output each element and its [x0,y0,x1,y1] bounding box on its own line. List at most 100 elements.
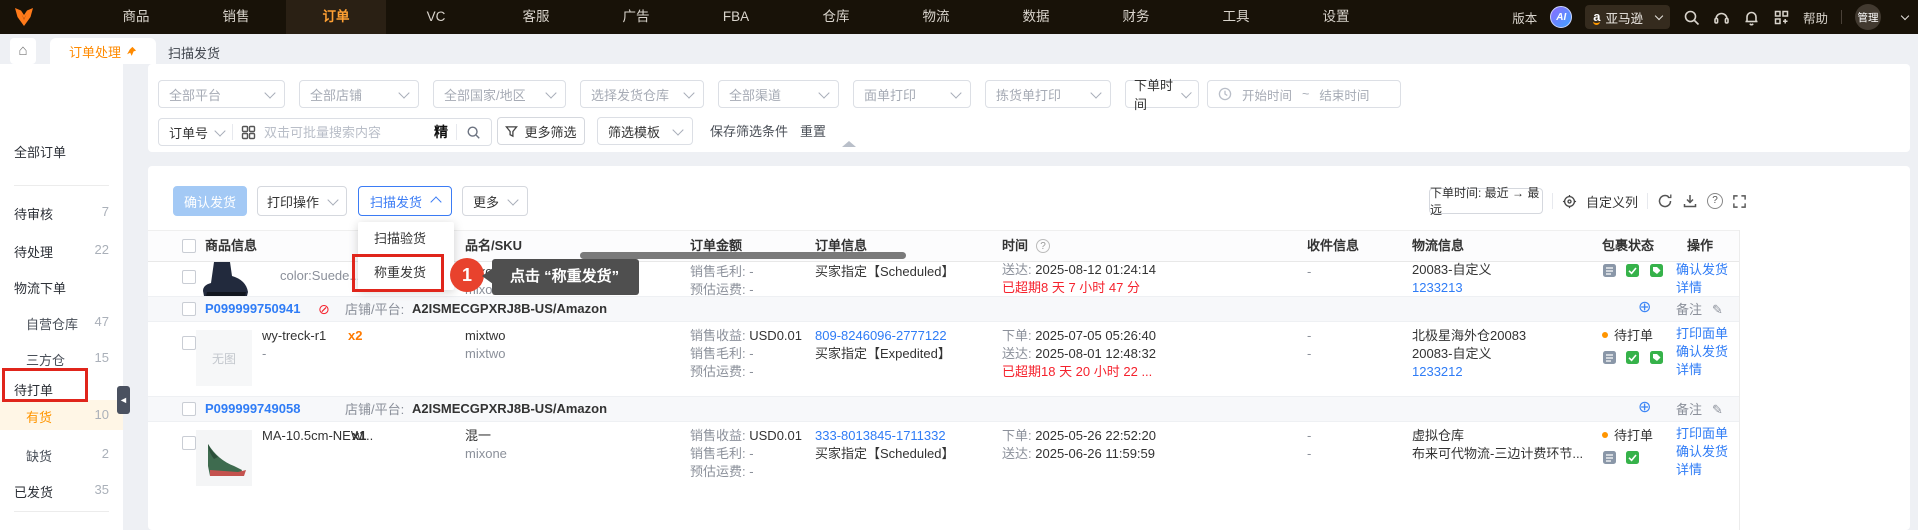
search-field-select[interactable]: 订单号 [159,123,232,142]
edit-note-icon[interactable]: ✎ [1712,402,1723,418]
edit-note-icon[interactable]: ✎ [1712,302,1723,318]
tracking-number-link[interactable]: 1233213 [1412,280,1463,296]
batch-search-icon[interactable] [241,125,256,140]
filter-template-select[interactable]: 筛选模板 [597,117,693,145]
note-label[interactable]: 备注 [1676,402,1702,418]
order-number-link[interactable]: 809-8246096-2777122 [815,328,947,344]
nav-item-fba[interactable]: FBA [686,0,786,34]
sidebar-item-own-warehouse[interactable]: 自营仓库 47 [0,312,123,332]
apps-grid-icon[interactable] [1773,9,1790,26]
confirm-ship-link[interactable]: 确认发货 [1676,444,1728,460]
store-select[interactable]: 全部店铺 [299,80,419,108]
notifications-bell-icon[interactable] [1743,9,1760,26]
order-id-link[interactable]: P099999750941 [205,301,300,317]
select-all-checkbox[interactable] [182,239,196,253]
more-button[interactable]: 更多 [462,186,528,216]
picklist-print-select[interactable]: 拣货单打印 [985,80,1111,108]
row-checkbox[interactable] [182,270,196,284]
scan-ship-button[interactable]: 扫描发货 [358,186,452,216]
home-icon[interactable]: ⌂ [10,38,36,64]
nav-item-finance[interactable]: 财务 [1086,0,1186,34]
nav-item-customer-service[interactable]: 客服 [486,0,586,34]
main-nav: 商品 销售 订单 VC 客服 广告 FBA 仓库 物流 数据 财务 工具 设置 [86,0,1386,34]
sort-order-button[interactable]: 下单时间: 最近 → 最远 [1429,186,1543,217]
marketplace-switcher[interactable]: a 亚马逊 [1585,5,1670,29]
ai-assistant-icon[interactable]: AI [1550,6,1573,28]
tracking-number-link[interactable]: 1233212 [1412,364,1463,380]
platform-select[interactable]: 全部平台 [158,80,285,108]
version-link[interactable]: 版本 [1512,8,1537,27]
refresh-icon[interactable] [1657,193,1673,209]
help-icon[interactable]: ? [1707,193,1724,209]
print-label-link[interactable]: 打印面单 [1676,326,1728,342]
sidebar-item-pending-review[interactable]: 待审核 7 [0,202,123,222]
marketplace-label: 亚马逊 [1605,11,1643,26]
nav-item-products[interactable]: 商品 [86,0,186,34]
sidebar-item-logistics-order[interactable]: 物流下单 [0,276,123,296]
ship-warehouse-select[interactable]: 选择发货仓库 [580,80,704,108]
more-filters-button[interactable]: 更多筛选 [497,117,585,145]
sidebar-item-on-hold[interactable]: 已搁置 501 [0,526,123,530]
admin-avatar[interactable]: 管理 [1855,4,1881,30]
nav-item-vc[interactable]: VC [386,0,486,34]
sidebar-item-out-of-stock[interactable]: 缺货 2 [0,444,123,464]
order-checkbox[interactable] [182,402,196,416]
row-checkbox[interactable] [182,336,196,350]
order-checkbox[interactable] [182,302,196,316]
nav-item-ads[interactable]: 广告 [586,0,686,34]
label-print-select[interactable]: 面单打印 [853,80,971,108]
nav-item-logistics[interactable]: 物流 [886,0,986,34]
details-link[interactable]: 详情 [1676,362,1702,378]
sidebar-item-all-orders[interactable]: 全部订单 [0,140,123,160]
export-download-icon[interactable] [1682,193,1698,209]
customize-columns-icon[interactable] [1562,194,1577,209]
reset-filter-link[interactable]: 重置 [800,124,826,140]
headset-icon[interactable] [1713,9,1730,26]
sidebar-item-shipped[interactable]: 已发货 35 [0,480,123,500]
date-range-input[interactable]: 开始时间 ~ 结束时间 [1207,80,1401,108]
brand-logo-icon[interactable] [12,5,42,29]
order-id-link[interactable]: P099999749058 [205,401,300,417]
nav-item-orders[interactable]: 订单 [286,0,386,34]
confirm-ship-link[interactable]: 确认发货 [1676,344,1728,360]
search-input[interactable] [262,123,427,141]
help-link[interactable]: 帮助 [1803,8,1828,27]
details-link[interactable]: 详情 [1676,462,1702,478]
sidebar-item-in-stock[interactable]: 有货 10 [0,400,123,430]
fullscreen-icon[interactable] [1732,194,1747,209]
nav-item-data[interactable]: 数据 [986,0,1086,34]
time-type-select[interactable]: 下单时间 [1125,78,1199,112]
tab-scan-ship[interactable]: 扫描发货 [168,43,220,62]
tab-order-processing[interactable]: 订单处理 [50,38,156,64]
confirm-ship-link[interactable]: 确认发货 [1676,262,1728,278]
save-filter-link[interactable]: 保存筛选条件 [710,124,788,140]
horizontal-scrollbar-thumb[interactable] [580,252,906,259]
sidebar-collapse-handle[interactable]: ◄ [117,386,130,414]
country-select[interactable]: 全部国家/地区 [433,80,566,108]
order-number-link[interactable]: 333-8013845-1711332 [815,428,946,444]
confirm-ship-button[interactable]: 确认发货 [173,186,247,216]
note-label[interactable]: 备注 [1676,302,1702,318]
nav-item-sales[interactable]: 销售 [186,0,286,34]
channel-select[interactable]: 全部渠道 [718,80,839,108]
exact-match-toggle[interactable]: 精 [434,122,448,142]
amazon-icon: a [1593,8,1601,25]
details-link[interactable]: 详情 [1676,280,1702,296]
menu-item-scan-inspect[interactable]: 扫描验货 [358,222,454,256]
collapse-filters-icon[interactable] [842,141,856,147]
row-checkbox[interactable] [182,436,196,450]
search-submit-icon[interactable] [466,125,481,140]
search-icon[interactable] [1683,9,1700,26]
time-help-icon[interactable]: ? [1036,239,1050,253]
add-icon[interactable]: ⊕ [1638,400,1651,416]
add-icon[interactable]: ⊕ [1638,300,1651,316]
overdue-warning: 已超期8 天 7 小时 47 分 [1002,280,1140,295]
print-operations-button[interactable]: 打印操作 [257,186,347,216]
nav-item-settings[interactable]: 设置 [1286,0,1386,34]
customize-columns-label[interactable]: 自定义列 [1586,192,1638,211]
nav-item-warehouse[interactable]: 仓库 [786,0,886,34]
sidebar-item-pending-process[interactable]: 待处理 22 [0,240,123,260]
nav-item-tools[interactable]: 工具 [1186,0,1286,34]
print-label-link[interactable]: 打印面单 [1676,426,1728,442]
sidebar-item-third-party-warehouse[interactable]: 三方仓 15 [0,348,123,368]
